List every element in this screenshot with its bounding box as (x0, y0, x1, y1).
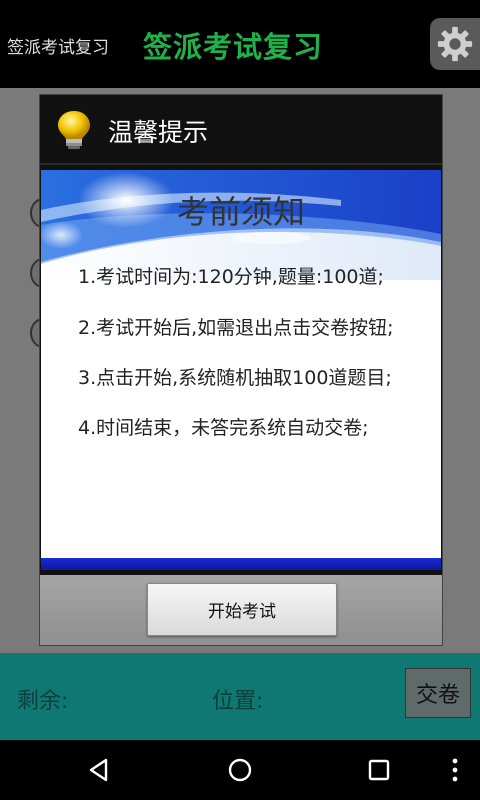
start-exam-button[interactable]: 开始考试 (147, 583, 337, 636)
position-label: 位置: (212, 689, 264, 714)
overflow-menu-button[interactable] (435, 750, 475, 790)
submit-exam-button[interactable]: 交卷 (405, 668, 471, 718)
app-big-title: 签派考试复习 (143, 30, 324, 64)
dialog-title-bar: 温馨提示 (40, 95, 442, 165)
notice-line-1: 1.考试时间为:120分钟,题量:100道; (78, 266, 384, 288)
title-divider (40, 163, 442, 165)
notice-line-2: 2.考试开始后,如需退出点击交卷按钮; (78, 317, 394, 339)
notice-line-4: 4.时间结束，未答完系统自动交卷; (78, 417, 369, 439)
home-button[interactable] (220, 750, 260, 790)
gear-icon (437, 26, 473, 62)
app-small-title: 签派考试复习 (7, 38, 109, 58)
dialog-title: 温馨提示 (108, 118, 209, 147)
notice-dialog: 温馨提示 考前须知 1.考试时间为:120分钟,题量:100道; 2.考试开始后… (39, 94, 443, 646)
notice-line-3: 3.点击开始,系统随机抽取100道题目; (78, 367, 392, 389)
remaining-label: 剩余: (17, 689, 69, 714)
back-button[interactable] (79, 750, 119, 790)
overflow-menu-icon (452, 758, 458, 782)
recents-button[interactable] (359, 750, 399, 790)
notice-bottom-stripe (41, 558, 441, 570)
system-nav-bar (0, 740, 480, 800)
back-triangle-icon (89, 758, 108, 782)
notice-heading: 考前须知 (176, 193, 305, 231)
notice-panel: 考前须知 1.考试时间为:120分钟,题量:100道; 2.考试开始后,如需退出… (41, 170, 441, 570)
dialog-footer: 开始考试 (40, 575, 442, 645)
app-header: 签派考试复习 签派考试复习 (0, 0, 480, 88)
home-circle-icon (228, 758, 252, 782)
lightbulb-icon (58, 111, 90, 149)
recents-square-icon (368, 759, 390, 781)
settings-button[interactable] (430, 18, 480, 70)
